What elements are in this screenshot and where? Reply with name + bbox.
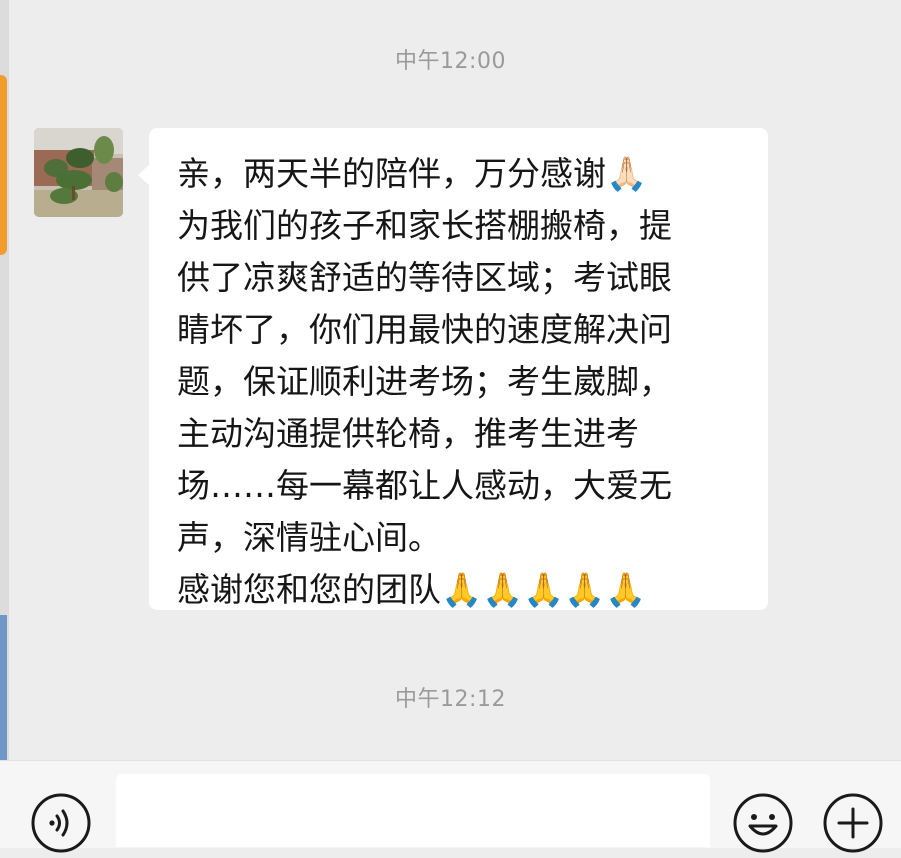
message-line: 题，保证顺利进考场；考生崴脚，: [177, 362, 672, 401]
message-line: 感谢您和您的团队🙏🙏🙏🙏🙏: [177, 570, 647, 609]
emoji-icon: [733, 793, 793, 853]
left-edge-accent-orange: [0, 75, 7, 255]
message-line: 场……每一幕都让人感动，大爱无: [177, 466, 672, 505]
message-line: 睛坏了，你们用最快的速度解决问: [177, 310, 672, 349]
plus-icon: [823, 793, 883, 853]
emoji-button[interactable]: [732, 792, 794, 854]
message-line: 亲，两天半的陪伴，万分感谢🙏🏻: [177, 154, 648, 193]
message-input[interactable]: [116, 774, 710, 847]
voice-icon: [31, 793, 91, 853]
timestamp: 中午12:12: [395, 687, 506, 712]
voice-button[interactable]: [30, 792, 92, 854]
message-line: 声，深情驻心间。: [177, 518, 441, 557]
plus-button[interactable]: [822, 792, 884, 854]
avatar[interactable]: [34, 128, 123, 217]
message-line: 主动沟通提供轮椅，推考生进考: [177, 414, 639, 453]
message-bubble[interactable]: 亲，两天半的陪伴，万分感谢🙏🏻 为我们的孩子和家长搭棚搬椅，提 供了凉爽舒适的等…: [138, 128, 768, 610]
timestamp: 中午12:00: [395, 49, 506, 74]
message-line: 为我们的孩子和家长搭棚搬椅，提: [177, 206, 672, 245]
avatar-image: [34, 128, 123, 217]
message-line: 供了凉爽舒适的等待区域；考试眼: [177, 258, 672, 297]
